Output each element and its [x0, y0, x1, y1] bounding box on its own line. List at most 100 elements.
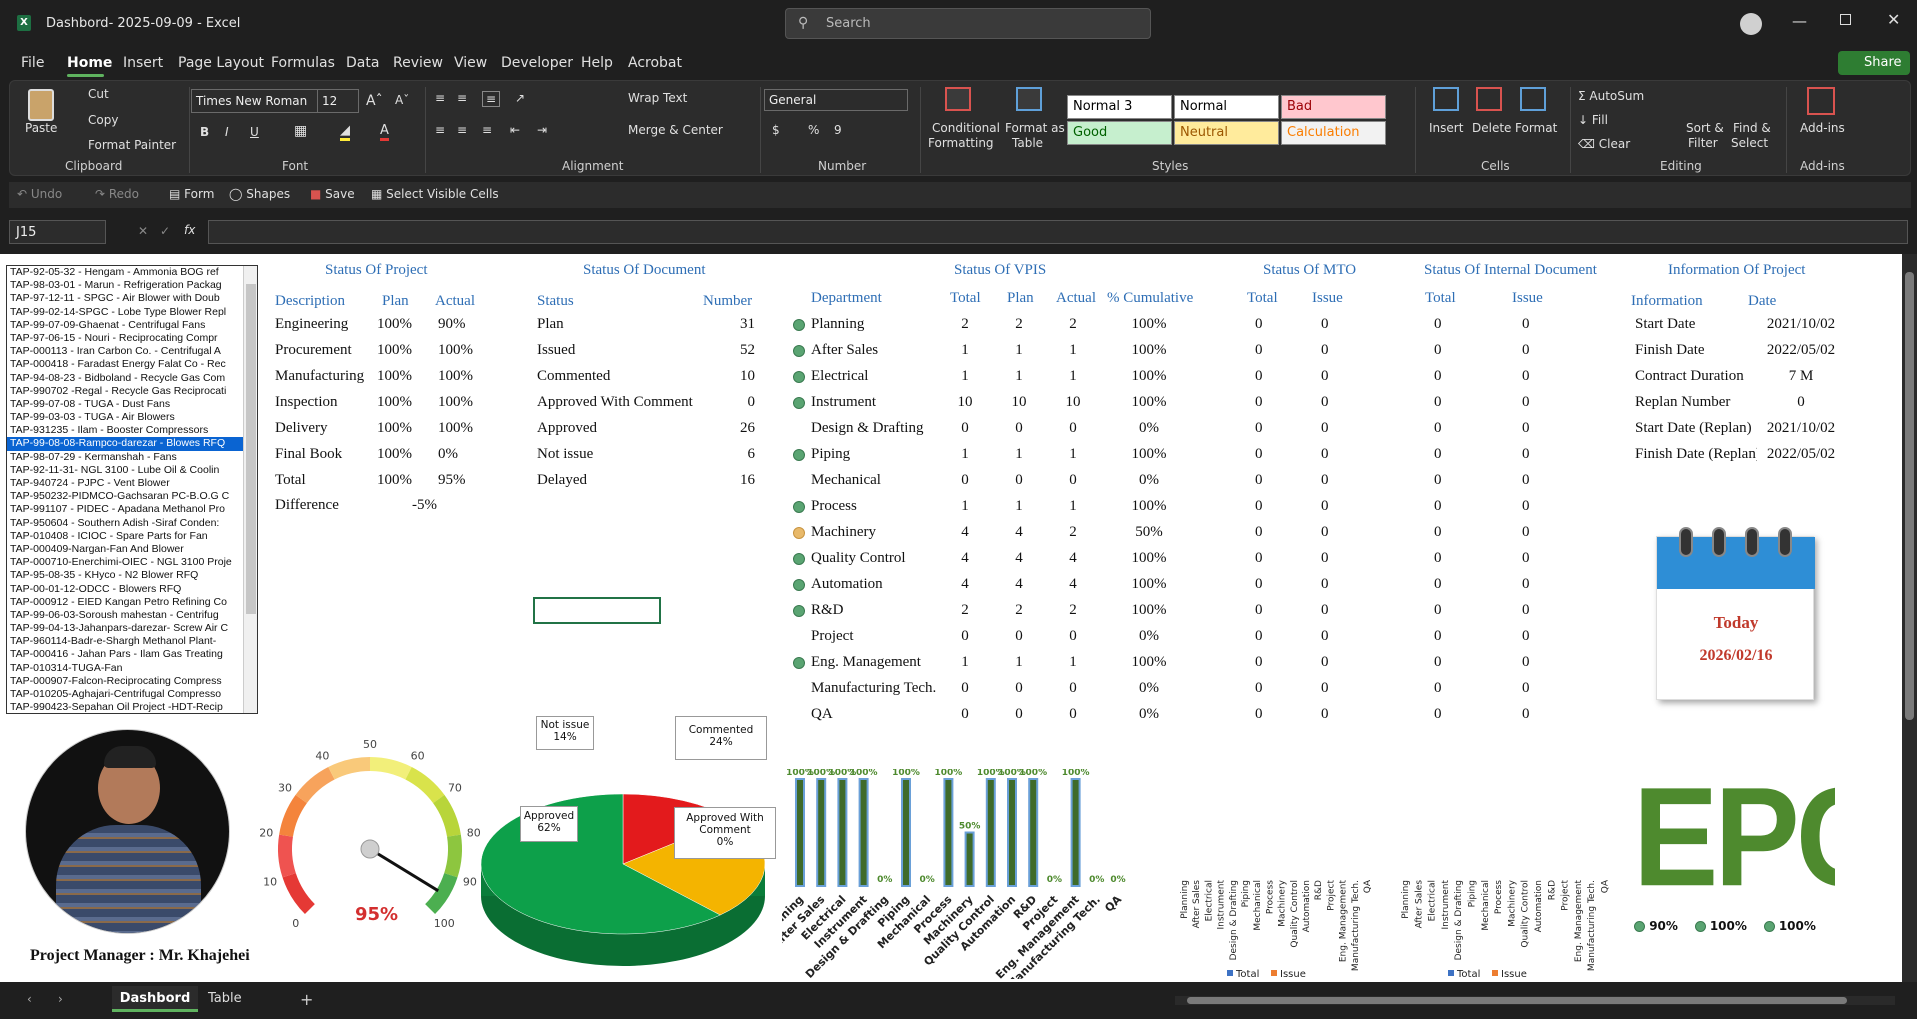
- shrink-font-icon[interactable]: Aˇ: [395, 93, 409, 107]
- merge-center-button[interactable]: Merge & Center: [628, 123, 723, 137]
- style-bad[interactable]: Bad: [1281, 95, 1386, 119]
- currency-icon[interactable]: $: [772, 123, 780, 137]
- search-box[interactable]: ⚲ Search: [785, 8, 1151, 39]
- autosum-button[interactable]: Σ AutoSum: [1578, 89, 1644, 103]
- tab-dashbord[interactable]: Dashbord: [112, 986, 198, 1012]
- menu-view[interactable]: View: [454, 55, 487, 71]
- list-item[interactable]: TAP-97-12-11 - SPGC - Air Blower with Do…: [7, 292, 257, 305]
- style-good[interactable]: Good: [1067, 121, 1172, 145]
- borders-icon[interactable]: ▦: [294, 123, 307, 139]
- conditional-formatting-button-2[interactable]: Formatting: [928, 136, 994, 150]
- list-item[interactable]: TAP-99-07-08 - TUGA - Dust Fans: [7, 398, 257, 411]
- add-sheet-icon[interactable]: +: [300, 990, 313, 1009]
- list-item[interactable]: TAP-98-03-01 - Marun - Refrigeration Pac…: [7, 279, 257, 292]
- top-align-icon[interactable]: ≡: [435, 91, 445, 105]
- format-table-icon[interactable]: [1016, 87, 1042, 111]
- align-center-icon[interactable]: ≡: [457, 123, 467, 137]
- list-item[interactable]: TAP-98-07-29 - Kermanshah - Fans: [7, 451, 257, 464]
- account-icon[interactable]: [1740, 13, 1762, 35]
- enter-icon[interactable]: ✓: [160, 224, 170, 238]
- insert-cells-button[interactable]: Insert: [1429, 121, 1463, 135]
- list-item[interactable]: TAP-950232-PIDMCO-Gachsaran PC-B.O.G C: [7, 490, 257, 503]
- menu-insert[interactable]: Insert: [123, 55, 163, 71]
- style-normal[interactable]: Normal: [1174, 95, 1279, 119]
- list-item[interactable]: TAP-00-01-12-ODCC - Blowers RFQ: [7, 583, 257, 596]
- close-icon[interactable]: ✕: [1887, 10, 1900, 29]
- wrap-text-button[interactable]: Wrap Text: [628, 91, 687, 105]
- list-item[interactable]: TAP-92-11-31- NGL 3100 - Lube Oil & Cool…: [7, 464, 257, 477]
- list-item[interactable]: TAP-000912 - EIED Kangan Petro Refining …: [7, 596, 257, 609]
- share-button[interactable]: Share: [1838, 51, 1910, 75]
- next-sheet-icon[interactable]: ›: [58, 992, 63, 1006]
- list-item[interactable]: TAP-000907-Falcon-Reciprocating Compress: [7, 675, 257, 688]
- fx-icon[interactable]: fx: [184, 223, 195, 237]
- menu-formulas[interactable]: Formulas: [271, 55, 335, 71]
- list-item[interactable]: TAP-010205-Aghajari-Centrifugal Compress…: [7, 688, 257, 701]
- percent-icon[interactable]: %: [808, 123, 819, 137]
- selected-cell-j15[interactable]: [533, 597, 661, 624]
- addins-button[interactable]: Add-ins: [1800, 121, 1845, 135]
- underline-button[interactable]: U: [250, 125, 259, 139]
- restore-icon[interactable]: [1840, 14, 1851, 25]
- addins-icon[interactable]: [1807, 87, 1835, 115]
- list-item[interactable]: TAP-94-08-23 - Bidboland - Recycle Gas C…: [7, 372, 257, 385]
- grow-font-icon[interactable]: Aˆ: [366, 93, 383, 109]
- fill-button[interactable]: ↓ Fill: [1578, 113, 1608, 127]
- list-item[interactable]: TAP-990702 -Regal - Recycle Gas Reciproc…: [7, 385, 257, 398]
- list-item[interactable]: TAP-010408 - ICIOC - Spare Parts for Fan: [7, 530, 257, 543]
- find-select-button-2[interactable]: Select: [1731, 136, 1768, 150]
- delete-cells-icon[interactable]: [1476, 87, 1502, 111]
- menu-help[interactable]: Help: [581, 55, 613, 71]
- shapes-button[interactable]: ◯ Shapes: [229, 187, 290, 201]
- style-calculation[interactable]: Calculation: [1281, 121, 1386, 145]
- align-left-icon[interactable]: ≡: [435, 123, 445, 137]
- save-button[interactable]: ■ Save: [310, 187, 355, 201]
- format-table-button[interactable]: Format as: [1005, 121, 1065, 135]
- prev-sheet-icon[interactable]: ‹: [27, 992, 32, 1006]
- list-item[interactable]: TAP-99-04-13-Jahanpars-darezar- Screw Ai…: [7, 622, 257, 635]
- cancel-icon[interactable]: ✕: [138, 224, 148, 238]
- find-select-button[interactable]: Find &: [1733, 121, 1771, 135]
- font-family-select[interactable]: Times New Roman: [191, 89, 324, 113]
- list-item[interactable]: TAP-95-08-35 - KHyco - N2 Blower RFQ: [7, 569, 257, 582]
- copy-button[interactable]: Copy: [88, 113, 118, 127]
- italic-button[interactable]: I: [225, 125, 229, 139]
- menu-file[interactable]: File: [21, 55, 44, 71]
- bottom-align-icon[interactable]: ≡: [482, 91, 501, 107]
- minimize-icon[interactable]: —: [1792, 12, 1807, 30]
- format-cells-icon[interactable]: [1520, 87, 1546, 111]
- list-item[interactable]: TAP-000710-Enerchimi-OIEC - NGL 3100 Pro…: [7, 556, 257, 569]
- form-button[interactable]: ▤ Form: [169, 187, 214, 201]
- list-item[interactable]: TAP-950604 - Southern Adish -Siraf Conde…: [7, 517, 257, 530]
- list-item[interactable]: TAP-99-08-08-Rampco-darezar - Blowes RFQ: [7, 437, 257, 451]
- vertical-scrollbar[interactable]: [1902, 254, 1917, 982]
- number-format-select[interactable]: General: [764, 89, 908, 111]
- menu-developer[interactable]: Developer: [501, 55, 573, 71]
- list-item[interactable]: TAP-990423-Sepahan Oil Project -HDT-Reci…: [7, 701, 257, 713]
- list-item[interactable]: TAP-92-05-32 - Hengam - Ammonia BOG ref: [7, 266, 257, 279]
- list-item[interactable]: TAP-99-03-03 - TUGA - Air Blowers: [7, 411, 257, 424]
- increase-indent-icon[interactable]: ⇥: [537, 123, 547, 137]
- menu-review[interactable]: Review: [393, 55, 443, 71]
- horizontal-scrollbar[interactable]: [1175, 996, 1895, 1005]
- conditional-formatting-icon[interactable]: [945, 87, 971, 111]
- decrease-indent-icon[interactable]: ⇤: [510, 123, 520, 137]
- font-color-icon[interactable]: A: [380, 123, 389, 141]
- menu-home[interactable]: Home: [67, 55, 112, 71]
- menu-data[interactable]: Data: [346, 55, 379, 71]
- list-item[interactable]: TAP-99-02-14-SPGC - Lobe Type Blower Rep…: [7, 306, 257, 319]
- clear-button[interactable]: ⌫ Clear: [1578, 137, 1630, 151]
- select-visible-cells-button[interactable]: ▦ Select Visible Cells: [371, 187, 499, 201]
- delete-cells-button[interactable]: Delete: [1472, 121, 1511, 135]
- redo-button[interactable]: ↷ Redo: [95, 187, 139, 201]
- list-item[interactable]: TAP-000416 - Jahan Pars - Ilam Gas Treat…: [7, 648, 257, 661]
- menu-acrobat[interactable]: Acrobat: [628, 55, 682, 71]
- cut-button[interactable]: Cut: [88, 87, 109, 101]
- sort-filter-button-2[interactable]: Filter: [1688, 136, 1718, 150]
- format-cells-button[interactable]: Format: [1515, 121, 1557, 135]
- bold-button[interactable]: B: [200, 125, 209, 139]
- list-item[interactable]: TAP-000418 - Faradast Energy Falat Co - …: [7, 358, 257, 371]
- list-item[interactable]: TAP-99-07-09-Ghaenat - Centrifugal Fans: [7, 319, 257, 332]
- undo-button[interactable]: ↶ Undo: [17, 187, 62, 201]
- list-item[interactable]: TAP-000409-Nargan-Fan And Blower: [7, 543, 257, 556]
